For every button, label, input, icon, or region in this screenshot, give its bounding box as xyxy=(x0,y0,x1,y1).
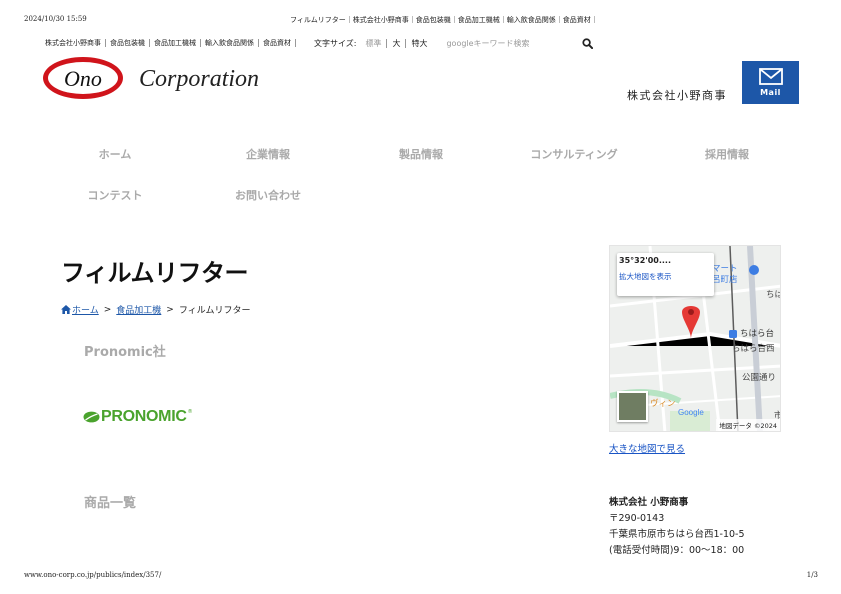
map-coordinates: 35°32'00.... xyxy=(619,256,672,265)
print-timestamp: 2024/10/30 15:59 xyxy=(24,15,87,23)
nav-contact[interactable]: お問い合わせ xyxy=(235,187,301,203)
registered-mark: ® xyxy=(187,409,193,415)
map-label-station: ちはら台 xyxy=(740,329,775,339)
search-icon xyxy=(582,37,593,49)
map-label-chiharadai-nishi: ちはら台西 xyxy=(732,344,775,354)
map-enlarge-link[interactable]: 拡大地図を表示 xyxy=(619,271,672,282)
utility-links: 株式会社小野商事 食品包装機 食品加工機械 輸入飲食品関係 食品資材 xyxy=(45,39,296,47)
nav-products[interactable]: 製品情報 xyxy=(399,146,443,162)
breadcrumb-separator: > xyxy=(103,304,112,315)
font-size-large[interactable]: 大 xyxy=(387,38,407,48)
leaf-icon xyxy=(83,411,100,423)
print-url: www.ono-corp.co.jp/publics/index/357/ xyxy=(24,571,162,579)
breadcrumb-category[interactable]: 食品加工機 xyxy=(116,303,161,316)
company-label: 株式会社小野商事 xyxy=(627,89,727,102)
map-label-chiha: ちは xyxy=(766,290,780,300)
map-attribution: 地図データ ©2024 xyxy=(716,419,780,431)
logo-word: Corporation xyxy=(139,66,259,92)
mail-button[interactable]: Mail xyxy=(742,61,799,104)
map-label-vin: ヴィン xyxy=(650,399,676,409)
mail-icon xyxy=(758,68,783,85)
map-label-store: 呂町店 xyxy=(712,275,738,285)
nav-consulting[interactable]: コンサルティング xyxy=(530,146,617,162)
breadcrumb-separator: > xyxy=(166,304,174,315)
search-button[interactable] xyxy=(580,36,594,50)
print-header: 2024/10/30 15:59 フィルムリフター｜株式会社小野商事｜食品包装機… xyxy=(24,15,824,27)
address-hours: (電話受付時間)9：00〜18：00 xyxy=(609,545,745,556)
google-map[interactable]: マート 呂町店 ちは ちはら台 ちはら台西 公園通り ヴィン 市 Google … xyxy=(609,245,781,432)
util-link-materials[interactable]: 食品資材 xyxy=(259,39,296,47)
util-link-packaging[interactable]: 食品包装機 xyxy=(106,39,150,47)
page-title: フィルムリフター xyxy=(61,259,249,287)
logo-mark: Ono xyxy=(64,66,102,91)
print-page-title: フィルムリフター｜株式会社小野商事｜食品包装機｜食品加工機械｜輸入飲食品関係｜食… xyxy=(290,16,598,24)
brand-name: PRONOMIC xyxy=(101,408,187,425)
nav-company[interactable]: 企業情報 xyxy=(246,146,290,162)
font-size-xlarge[interactable]: 特大 xyxy=(406,39,432,48)
product-list-heading: 商品一覧 xyxy=(84,496,137,511)
print-page-number: 1/3 xyxy=(806,571,818,579)
nav-home[interactable]: ホーム xyxy=(99,146,132,162)
large-map-link[interactable]: 大きな地図で見る xyxy=(609,441,685,455)
util-link-processing[interactable]: 食品加工機械 xyxy=(150,39,201,47)
pronomic-logo: PRONOMIC ® xyxy=(83,408,193,426)
home-icon xyxy=(61,305,71,314)
nav-recruit[interactable]: 採用情報 xyxy=(705,146,749,162)
print-footer: www.ono-corp.co.jp/publics/index/357/ 1/… xyxy=(24,571,818,583)
maker-heading: Pronomic社 xyxy=(84,345,166,360)
utility-bar: 株式会社小野商事 食品包装機 食品加工機械 輸入飲食品関係 食品資材 文字サイズ… xyxy=(45,36,594,50)
nav-contest[interactable]: コンテスト xyxy=(88,187,143,203)
util-link-import[interactable]: 輸入飲食品関係 xyxy=(201,39,259,47)
ono-corporation-logo[interactable]: Ono Corporation xyxy=(42,55,272,101)
search-input[interactable] xyxy=(446,36,577,50)
font-size-label: 文字サイズ: xyxy=(314,38,357,48)
address-postal: 〒290-0143 xyxy=(609,513,665,524)
address-street: 千葉県市原市ちはら台西1-10-5 xyxy=(609,529,745,540)
satellite-toggle[interactable] xyxy=(617,391,648,422)
breadcrumb: ホーム > 食品加工機 > フィルムリフター xyxy=(61,303,250,316)
font-size-switcher: 文字サイズ: 標準 大 特大 xyxy=(314,38,432,49)
font-size-standard[interactable]: 標準 xyxy=(360,38,388,48)
util-link-company[interactable]: 株式会社小野商事 xyxy=(45,39,106,47)
google-logo: Google xyxy=(678,408,704,417)
breadcrumb-current: フィルムリフター xyxy=(178,306,251,316)
address-company: 株式会社 小野商事 xyxy=(609,497,689,508)
breadcrumb-home[interactable]: ホーム xyxy=(72,303,99,316)
map-label-park: 公園通り xyxy=(742,373,777,383)
mail-label: Mail xyxy=(760,88,781,97)
site-search xyxy=(446,36,594,50)
